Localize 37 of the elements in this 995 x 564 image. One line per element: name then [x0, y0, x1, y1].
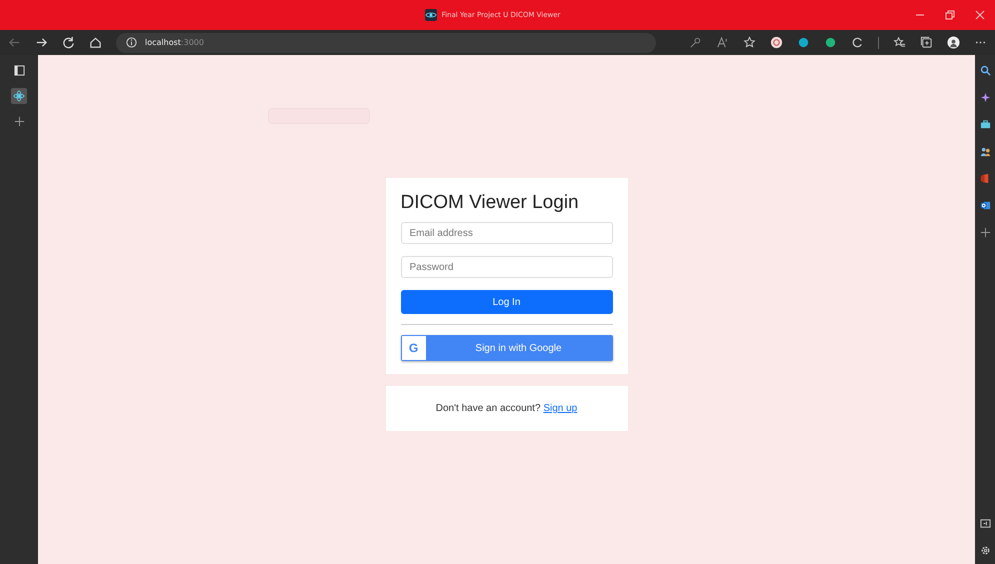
home-icon[interactable]	[89, 36, 102, 49]
refresh-icon[interactable]	[62, 36, 75, 49]
add-icon[interactable]	[980, 227, 990, 238]
password-field[interactable]: Password	[400, 256, 612, 278]
sidebar-toggle-icon[interactable]	[980, 518, 990, 529]
key-icon[interactable]	[689, 36, 702, 49]
read-aloud-icon[interactable]	[716, 36, 729, 49]
favorite-add-icon[interactable]	[743, 36, 756, 49]
extension-icon[interactable]	[770, 36, 783, 49]
restore-icon[interactable]	[945, 10, 955, 20]
login-title: DICOM Viewer Login	[400, 192, 580, 214]
extension-icon[interactable]	[851, 36, 864, 49]
avatar-icon[interactable]	[947, 36, 960, 49]
sparkle-icon[interactable]	[980, 92, 990, 103]
extension-icon[interactable]	[797, 36, 810, 49]
favorites-icon[interactable]	[893, 36, 906, 49]
collections-icon[interactable]	[920, 36, 933, 49]
info-icon	[126, 37, 137, 48]
office-icon[interactable]	[980, 173, 990, 184]
signup-prompt: Don't have an account? Sign up	[436, 403, 578, 414]
sign-up-link[interactable]: Sign up	[543, 403, 578, 414]
email-field[interactable]: Email address	[400, 222, 612, 244]
tab-actions-icon[interactable]	[14, 65, 24, 76]
people-icon[interactable]	[980, 146, 990, 157]
mail-icon[interactable]	[980, 200, 990, 211]
search-icon[interactable]	[980, 65, 990, 76]
login-button[interactable]: Log In	[400, 290, 612, 314]
extension-icon[interactable]	[824, 36, 837, 49]
back-icon[interactable]	[8, 36, 21, 49]
briefcase-icon[interactable]	[980, 119, 990, 130]
close-icon[interactable]	[975, 10, 985, 20]
url-text: localhost:3000	[145, 38, 204, 47]
settings-icon[interactable]	[980, 545, 990, 556]
forward-icon[interactable]	[35, 36, 48, 49]
google-sign-in-button[interactable]: G Sign in with Google	[400, 335, 612, 361]
add-icon[interactable]	[14, 116, 24, 127]
address-bar[interactable]: localhost:3000	[116, 32, 656, 52]
